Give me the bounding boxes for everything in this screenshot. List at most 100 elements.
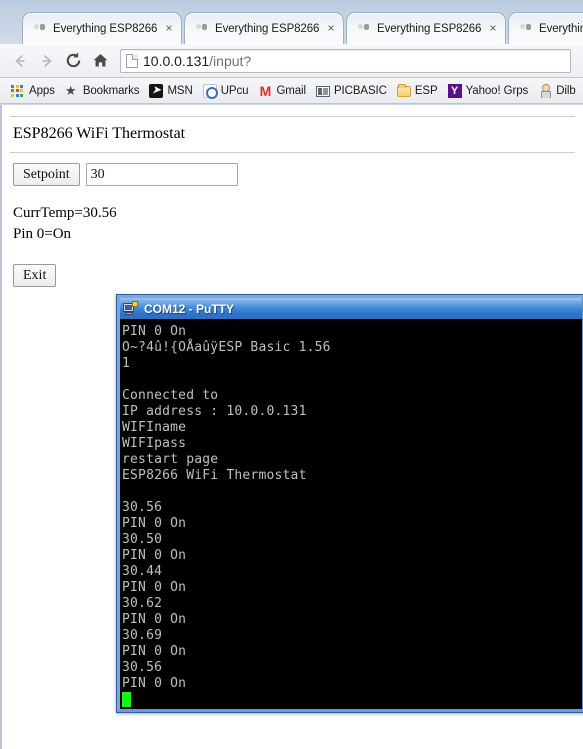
yahoo-icon: Y (447, 83, 462, 98)
reload-button[interactable] (60, 47, 87, 74)
home-button[interactable] (87, 47, 114, 74)
putty-terminal-icon (123, 301, 139, 316)
screenshot-root: Everything ESP8266 - × Everything ESP826… (0, 0, 583, 749)
wordpress-favicon-icon (518, 21, 534, 37)
bookmark-label: Apps (29, 84, 55, 97)
bookmark-label: Yahoo! Grps (465, 84, 529, 97)
terminal-line: 30.56 (122, 500, 163, 515)
browser-tab-label: Everything ESP8266 - (377, 22, 485, 35)
wordpress-favicon-icon (32, 21, 48, 37)
bookmark-label: Dilb (556, 84, 576, 97)
bookmarks-bar: Apps ★ Bookmarks ➤ MSN UPcu M Gmail PICB… (0, 78, 583, 104)
bookmark-dilbert[interactable]: Dilb (533, 81, 580, 101)
divider-under-title (10, 152, 575, 153)
address-path: /input? (209, 52, 252, 69)
address-bar-text: 10.0.0.131/input? (143, 53, 251, 69)
tab-strip: Everything ESP8266 - × Everything ESP826… (0, 0, 583, 44)
terminal-cursor (122, 692, 131, 707)
exit-button[interactable]: Exit (13, 263, 57, 288)
picbasic-icon (315, 86, 330, 97)
setpoint-input[interactable] (85, 163, 238, 187)
terminal-line: PIN 0 On (122, 548, 187, 563)
forward-button[interactable] (33, 47, 60, 74)
putty-window-frame: COM12 - PuTTY PIN 0 On O~?4û!{OÅaûÿESP B… (117, 295, 583, 712)
browser-chrome: Everything ESP8266 - × Everything ESP826… (0, 0, 583, 110)
setpoint-button[interactable]: Setpoint (13, 163, 80, 187)
terminal-line: WIFIname (122, 420, 187, 435)
bookmark-label: ESP (414, 84, 438, 97)
tab-close-icon[interactable]: × (323, 21, 339, 37)
page-title: ESP8266 WiFi Thermostat (13, 125, 186, 142)
bookmark-msn[interactable]: ➤ MSN (144, 81, 197, 101)
bookmark-apps[interactable]: Apps (6, 81, 60, 101)
putty-window[interactable]: COM12 - PuTTY PIN 0 On O~?4û!{OÅaûÿESP B… (116, 294, 583, 713)
status-readout: CurrTemp=30.56 Pin 0=On (13, 203, 575, 244)
terminal-line: PIN 0 On (122, 644, 187, 659)
tab-close-icon[interactable]: × (161, 21, 177, 37)
terminal-line: 30.44 (122, 564, 163, 579)
bookmark-esp[interactable]: ESP (392, 81, 443, 101)
terminal-line: 30.56 (122, 660, 163, 675)
tab-close-icon[interactable]: × (485, 21, 501, 37)
bookmark-gmail[interactable]: M Gmail (253, 81, 311, 101)
browser-tab-1[interactable]: Everything ESP8266 - × (22, 12, 182, 44)
bookmark-bookmarks[interactable]: ★ Bookmarks (60, 81, 145, 101)
bookmark-label: UPcu (220, 84, 249, 97)
address-bar[interactable]: 10.0.0.131/input? (120, 48, 571, 73)
browser-tab-label: Everything ESP8266 - (215, 22, 323, 35)
terminal-line: PIN 0 On (122, 676, 187, 691)
exit-form: Exit (13, 263, 575, 288)
terminal-line: PIN 0 On (122, 516, 187, 531)
browser-tab-label: Everything (539, 22, 583, 35)
terminal-line: WIFIpass (122, 436, 187, 451)
browser-tab-3[interactable]: Everything ESP8266 - × (346, 12, 506, 44)
terminal-line: PIN 0 On (122, 580, 187, 595)
browser-tab-2[interactable]: Everything ESP8266 - × (184, 12, 344, 44)
upcu-icon (202, 83, 218, 99)
bookmark-yahoo-grps[interactable]: Y Yahoo! Grps (443, 81, 534, 101)
reload-icon (66, 52, 81, 68)
navigation-toolbar: 10.0.0.131/input? (0, 44, 583, 78)
bookmark-label: PICBASIC (333, 84, 387, 97)
bookmark-label: Bookmarks (82, 84, 140, 97)
document-icon (126, 53, 138, 68)
bookmark-label: MSN (167, 84, 193, 97)
thermostat-page: ESP8266 WiFi Thermostat Setpoint CurrTem… (2, 105, 583, 288)
back-arrow-icon (15, 54, 25, 67)
home-icon (93, 54, 108, 67)
terminal-line: 30.62 (122, 596, 163, 611)
browser-tab-4[interactable]: Everything × (508, 12, 583, 44)
wordpress-favicon-icon (356, 21, 372, 37)
star-icon: ★ (64, 82, 77, 98)
terminal-line: restart page (122, 452, 219, 467)
apps-grid-icon (11, 84, 25, 98)
terminal-line: 30.69 (122, 628, 163, 643)
terminal-line: PIN 0 On (122, 612, 187, 627)
bookmark-picbasic[interactable]: PICBASIC (311, 81, 392, 101)
gmail-icon: M (259, 82, 272, 99)
wordpress-favicon-icon (194, 21, 210, 37)
setpoint-form: Setpoint (13, 163, 575, 187)
back-button[interactable] (6, 47, 33, 74)
terminal-line: Connected to (122, 388, 219, 403)
putty-titlebar[interactable]: COM12 - PuTTY (120, 298, 582, 319)
terminal-line: PIN 0 On (122, 324, 187, 339)
bookmark-label: Gmail (276, 84, 306, 97)
browser-tab-label: Everything ESP8266 - (53, 22, 161, 35)
putty-window-title: COM12 - PuTTY (144, 301, 235, 316)
divider-top (10, 116, 575, 117)
terminal-line: 1 (122, 356, 131, 371)
pin-state-text: Pin 0=On (13, 225, 72, 242)
bookmark-upcu[interactable]: UPcu (198, 81, 254, 101)
terminal-line: IP address : 10.0.0.131 (122, 404, 307, 419)
putty-terminal-output[interactable]: PIN 0 On O~?4û!{OÅaûÿESP Basic 1.56 1 Co… (120, 319, 582, 709)
current-temperature-text: CurrTemp=30.56 (13, 205, 117, 222)
dilbert-icon (538, 83, 552, 98)
folder-icon (396, 84, 411, 97)
terminal-line: 30.50 (122, 532, 163, 547)
address-host: 10.0.0.131 (143, 52, 210, 69)
terminal-cursor-line (122, 692, 582, 708)
terminal-line: O~?4û!{OÅaûÿESP Basic 1.56 (122, 340, 331, 355)
msn-icon: ➤ (149, 83, 164, 98)
